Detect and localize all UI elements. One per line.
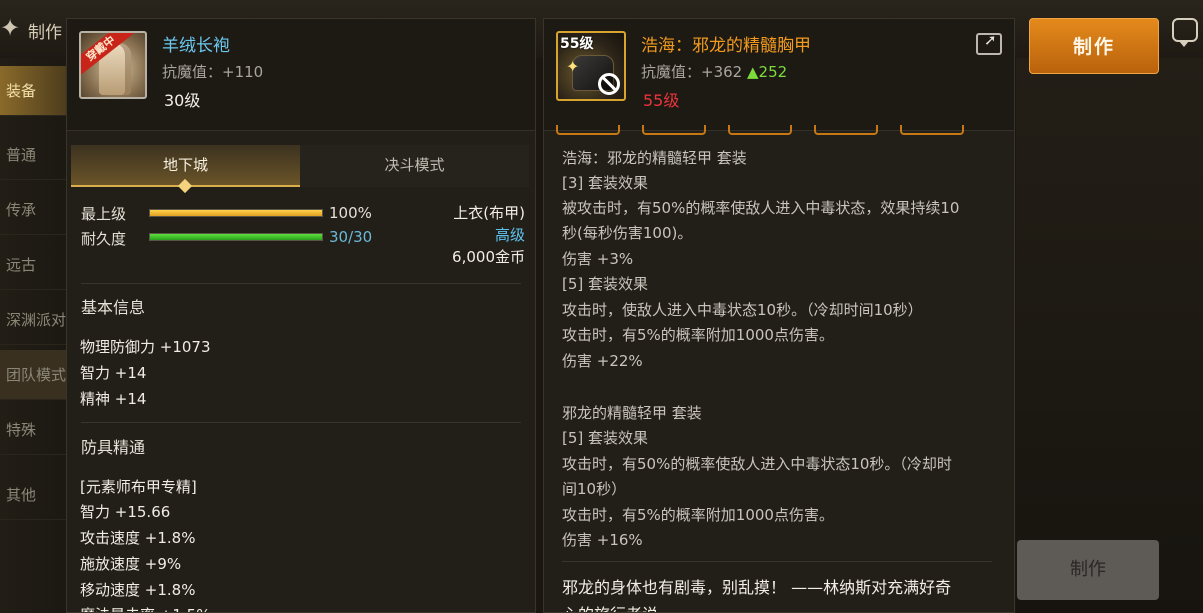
- craft-button[interactable]: 制作: [1029, 18, 1159, 74]
- item-header: ✦ 55级 浩海：邪龙的精髓胸甲 抗魔值：+362 ▲252 55级: [544, 19, 1014, 135]
- max-upgrade-label: 最上级: [81, 205, 127, 223]
- mastery-stat: 智力 +15.66: [80, 503, 171, 521]
- item-grade: 高级: [494, 226, 525, 244]
- craft-button-disabled[interactable]: 制作: [1017, 540, 1159, 600]
- item-level: 30级: [164, 91, 201, 110]
- sidebar-item-raid[interactable]: 团队模式: [0, 350, 70, 400]
- sidebar-item-special[interactable]: 特殊: [0, 405, 70, 455]
- flavor-text: 心的旅行者说: [562, 601, 658, 612]
- magic-resist-diff: ▲252: [746, 63, 788, 81]
- set-line: 间10秒）: [562, 480, 627, 498]
- set-line: 攻击时，有5%的概率附加1000点伤害。: [562, 326, 834, 344]
- basic-info-title: 基本信息: [81, 298, 146, 317]
- chat-icon[interactable]: [1172, 18, 1198, 47]
- item-slot: 上衣(布甲): [453, 204, 525, 222]
- equipped-item-tooltip: 穿戴中 羊绒长袍 抗魔值：+110 30级 地下城 决斗模式 最上级 100% …: [66, 18, 536, 613]
- set-line: 攻击时，使敌人进入中毒状态10秒。（冷却时间10秒）: [562, 301, 923, 319]
- divider: [81, 283, 521, 284]
- item-level-requirement: 55级: [643, 91, 680, 110]
- item-name: 浩海：邪龙的精髓胸甲: [641, 36, 811, 56]
- category-sidebar: 装备 普通 传承 远古 深渊派对 团队模式 特殊 其他: [0, 58, 70, 613]
- sidebar-item-inheritance[interactable]: 传承: [0, 185, 70, 235]
- tab-label: 地下城: [162, 156, 208, 174]
- set-line: 伤害 +16%: [562, 531, 643, 549]
- durability-label: 耐久度: [81, 230, 127, 248]
- item-header: 穿戴中 羊绒长袍 抗魔值：+110 30级: [67, 19, 535, 131]
- sidebar-item-equipment[interactable]: 装备: [0, 66, 70, 116]
- set-line: 秒(每秒伤害100)。: [562, 224, 693, 242]
- share-icon[interactable]: [976, 31, 1002, 55]
- mastery-stat: 魔法暴击率 +1.5%: [80, 604, 210, 612]
- set-line: 伤害 +3%: [562, 250, 634, 268]
- chest-armor-item-icon: ✦ 55级: [556, 31, 626, 101]
- flavor-text: 邪龙的身体也有剧毒，别乱摸！ ——林纳斯对充满好奇: [562, 578, 952, 597]
- set-line: 攻击时，有50%的概率使敌人进入中毒状态10秒。（冷却时: [562, 455, 952, 473]
- mastery-stat: 攻击速度 +1.8%: [80, 529, 196, 547]
- robe-item-icon: 穿戴中: [79, 31, 147, 99]
- durability-value: 30/30: [329, 228, 373, 246]
- mastery-stat: 施放速度 +9%: [80, 555, 182, 573]
- divider: [81, 422, 521, 423]
- set-line: 被攻击时，有50%的概率使敌人进入中毒状态，效果持续10: [562, 199, 960, 217]
- set-line: [5] 套装效果: [562, 429, 649, 447]
- set-line: 浩海：邪龙的精髓轻甲 套装: [562, 149, 747, 167]
- tab-stub: [556, 125, 620, 135]
- tab-stub: [900, 125, 964, 135]
- set-line: 攻击时，有5%的概率附加1000点伤害。: [562, 506, 834, 524]
- tab-stub: [728, 125, 792, 135]
- set-line: [5] 套装效果: [562, 275, 649, 293]
- item-name: 羊绒长袍: [162, 36, 230, 56]
- right-background: [1016, 58, 1203, 613]
- set-line: 伤害 +22%: [562, 352, 643, 370]
- max-upgrade-bar: [149, 209, 323, 217]
- durability-bar: [149, 233, 323, 241]
- tab-stubs: [556, 125, 996, 135]
- magic-resist-stat: 抗魔值：+110: [162, 63, 264, 81]
- compare-item-tooltip: ✦ 55级 浩海：邪龙的精髓胸甲 抗魔值：+362 ▲252 55级 浩海：邪龙…: [543, 18, 1015, 613]
- tab-dungeon[interactable]: 地下城: [71, 145, 300, 194]
- set-line: [3] 套装效果: [562, 174, 649, 192]
- basic-stat: 精神 +14: [80, 390, 147, 408]
- active-tab-indicator: [177, 178, 193, 194]
- sidebar-item-abyss[interactable]: 深渊派对: [0, 295, 70, 345]
- magic-resist-stat: 抗魔值：+362 ▲252: [641, 61, 787, 82]
- set-line: 邪龙的精髓轻甲 套装: [562, 404, 702, 422]
- tab-stub: [642, 125, 706, 135]
- sparkle-icon: ✦: [566, 57, 580, 76]
- max-upgrade-value: 100%: [329, 204, 372, 222]
- sidebar-item-normal[interactable]: 普通: [0, 130, 70, 180]
- mastery-title: 防具精通: [81, 438, 146, 457]
- level-badge: 55级: [560, 36, 594, 52]
- basic-stat: 智力 +14: [80, 364, 147, 382]
- mastery-stat: [元素师布甲专精]: [80, 478, 197, 496]
- sidebar-item-other[interactable]: 其他: [0, 470, 70, 520]
- mastery-stat: 移动速度 +1.8%: [80, 581, 196, 599]
- item-price: 6,000金币: [452, 248, 525, 266]
- back-arrow-icon[interactable]: ✦: [0, 14, 20, 42]
- tab-pvp[interactable]: 决斗模式: [300, 145, 529, 187]
- magic-resist-value: 抗魔值：+362: [641, 63, 743, 81]
- tab-stub: [814, 125, 878, 135]
- page-title: 制作: [28, 23, 62, 43]
- prohibited-icon: [598, 73, 620, 95]
- mode-tabs: 地下城 决斗模式: [71, 145, 529, 194]
- divider: [562, 561, 992, 562]
- sidebar-item-ancient[interactable]: 远古: [0, 240, 70, 290]
- max-upgrade-bar-fill: [150, 210, 322, 216]
- durability-bar-fill: [150, 234, 322, 240]
- basic-stat: 物理防御力 +1073: [80, 338, 211, 356]
